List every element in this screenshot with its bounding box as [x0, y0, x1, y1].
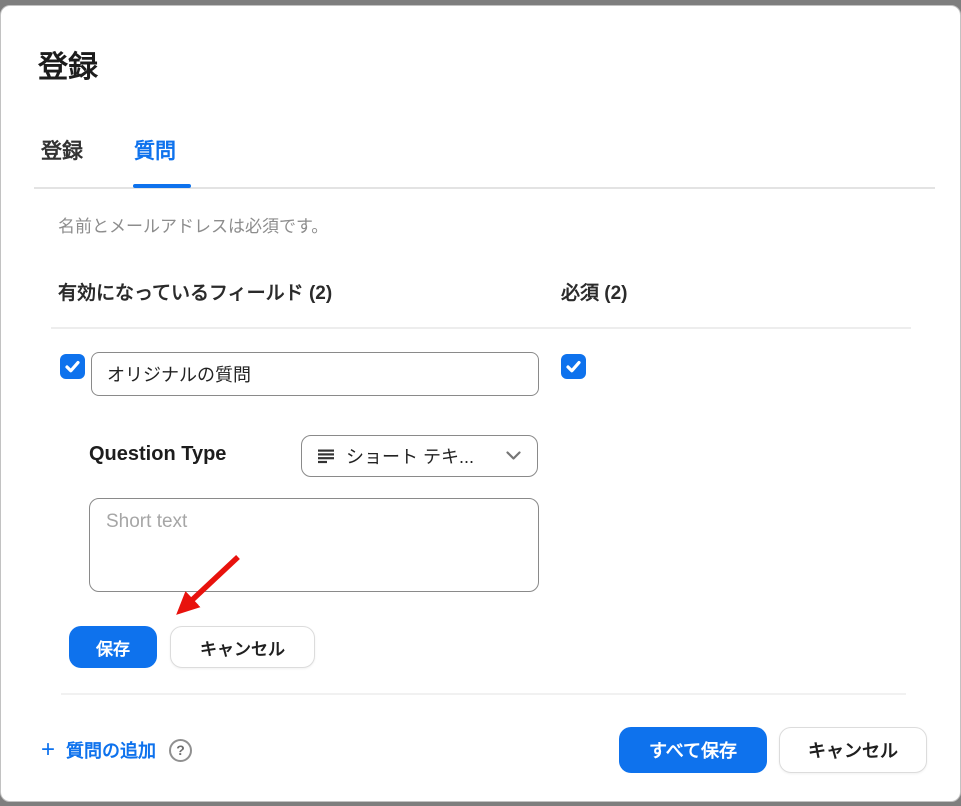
- enabled-checkbox[interactable]: [60, 354, 85, 379]
- checkmark-icon: [565, 358, 582, 375]
- registration-dialog: 登録 登録 質問 名前とメールアドレスは必須です。 有効になっているフィールド …: [0, 5, 961, 802]
- add-question-link[interactable]: + 質問の追加 ?: [41, 735, 192, 765]
- required-fields-note: 名前とメールアドレスは必須です。: [58, 212, 328, 237]
- footer-cancel-button[interactable]: キャンセル: [779, 727, 927, 773]
- question-title-input[interactable]: [91, 352, 539, 396]
- save-button[interactable]: 保存: [69, 626, 157, 668]
- answer-preview-textarea[interactable]: [89, 498, 539, 592]
- question-mark-glyph: ?: [176, 742, 185, 758]
- required-checkbox[interactable]: [561, 354, 586, 379]
- add-question-label: 質問の追加: [66, 737, 156, 763]
- question-type-label: Question Type: [89, 443, 226, 466]
- footer-divider: [61, 693, 906, 695]
- required-header: 必須 (2): [561, 278, 628, 305]
- cancel-button[interactable]: キャンセル: [170, 626, 315, 668]
- tab-questions[interactable]: 質問: [134, 135, 176, 165]
- checkmark-icon: [64, 358, 81, 375]
- question-type-dropdown[interactable]: ショート テキ...: [301, 435, 538, 477]
- plus-icon: +: [41, 738, 55, 762]
- question-type-value: ショート テキ...: [346, 443, 506, 469]
- enabled-fields-header: 有効になっているフィールド (2): [58, 278, 332, 305]
- save-all-button[interactable]: すべて保存: [619, 727, 767, 773]
- dialog-title: 登録: [38, 42, 98, 86]
- chevron-down-icon: [506, 451, 521, 461]
- tab-registration[interactable]: 登録: [41, 135, 83, 165]
- help-icon[interactable]: ?: [169, 739, 192, 762]
- header-divider: [51, 327, 911, 329]
- short-text-icon: [318, 449, 335, 464]
- active-tab-underline: [133, 184, 191, 188]
